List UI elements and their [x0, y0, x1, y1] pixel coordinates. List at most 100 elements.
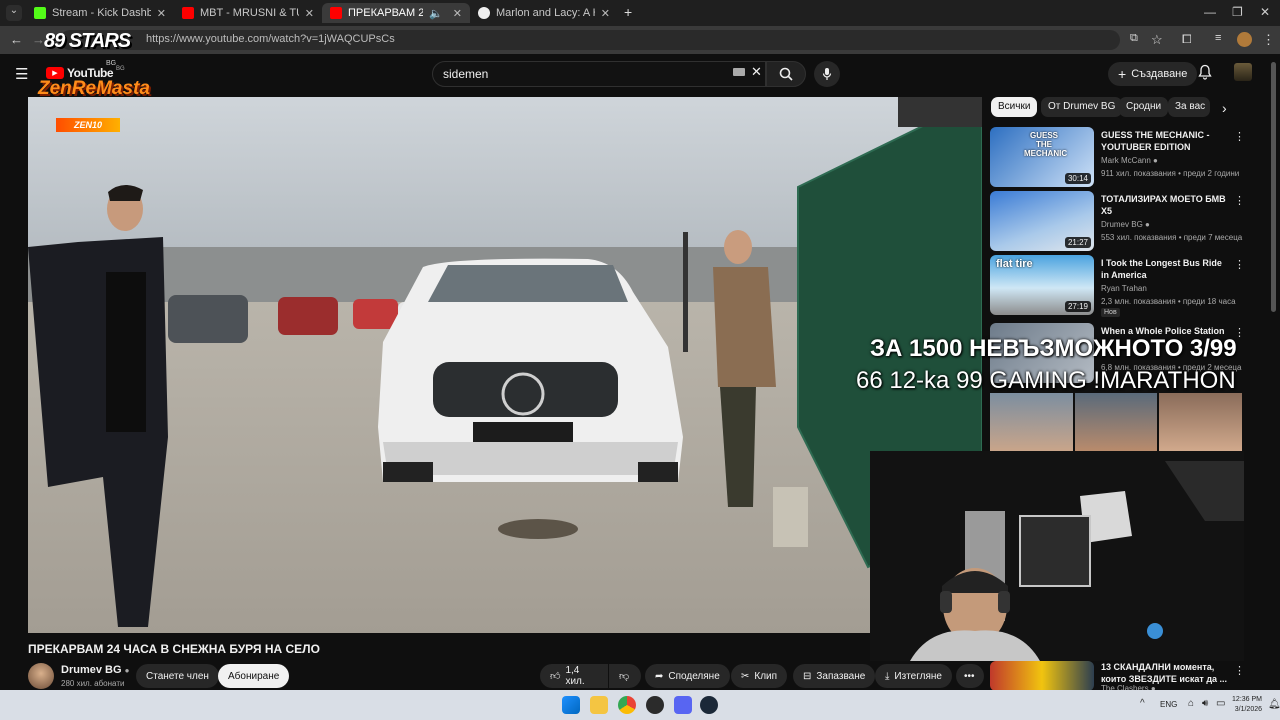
thumbnail-face: [1074, 393, 1158, 451]
search-query: sidemen: [443, 67, 489, 81]
windows-start-icon[interactable]: [562, 696, 580, 714]
recommendation-item[interactable]: 21:27 ТОТАЛИЗИРАХ МОЕТО БМВ X5 Drumev BG…: [990, 191, 1248, 251]
chip-all[interactable]: Всички: [991, 97, 1038, 117]
menu-hamburger-icon[interactable]: ☰: [15, 65, 28, 83]
channel-name-text: Drumev BG: [61, 664, 122, 676]
voice-search-button[interactable]: [814, 61, 840, 87]
profile-avatar[interactable]: [1237, 32, 1252, 47]
clip-label: Клип: [754, 670, 778, 682]
video-frame: [28, 97, 982, 633]
subscribe-button[interactable]: Абониране: [218, 664, 290, 688]
thumbnail-face: [1159, 393, 1243, 451]
chip-from-channel[interactable]: От Drumev BG: [1041, 97, 1123, 117]
network-icon[interactable]: ⌂: [1188, 698, 1194, 709]
channel-avatar[interactable]: [28, 663, 54, 689]
create-button[interactable]: + Създаване: [1108, 62, 1198, 86]
download-button[interactable]: ⤓ Изтегляне: [875, 664, 952, 688]
recommendation-item[interactable]: 13 СКАНДАЛНИ момента, които ЗВЕЗДИТЕ иск…: [990, 661, 1248, 693]
app-icon[interactable]: [646, 696, 664, 714]
dislike-button[interactable]: 👎︎: [609, 664, 641, 688]
keyboard-icon[interactable]: [733, 68, 745, 76]
more-vert-icon[interactable]: ⋮: [1234, 258, 1245, 271]
scissors-icon: ✂: [741, 670, 750, 682]
new-tab-button[interactable]: +: [624, 4, 632, 20]
address-bar[interactable]: https://www.youtube.com/watch?v=1jWAQCUP…: [60, 30, 1120, 50]
save-label: Запазване: [816, 670, 866, 682]
thumbs-up-icon: 👍︎: [550, 671, 561, 682]
youtube-header: ☰ ▶ YouTube BG sidemen ✕ + Създаване: [0, 54, 1280, 312]
recommendation-title: GUESS THE MECHANIC - YOUTUBER EDITION: [1101, 130, 1210, 152]
download-icon: ⤓: [885, 670, 890, 682]
share-button[interactable]: ➦ Споделяне: [645, 664, 730, 688]
browser-tab-kick[interactable]: Stream - Kick Dashboard ✕: [26, 3, 174, 23]
save-button[interactable]: ⊟ Запазване: [793, 664, 876, 688]
join-button[interactable]: Станете член: [136, 664, 219, 688]
channel-text: Ryan Trahan: [1101, 284, 1147, 293]
thumbnail-caption: GUESS THE MECHANIC: [1024, 131, 1068, 158]
more-vert-icon[interactable]: ⋮: [1234, 664, 1245, 677]
file-explorer-icon[interactable]: [590, 696, 608, 714]
clock[interactable]: 12:36 PM 3/1/2026: [1222, 695, 1262, 715]
extensions-icon[interactable]: ⧠: [1182, 32, 1192, 47]
channel-name[interactable]: Drumev BG ●: [61, 664, 129, 676]
page-scrollbar[interactable]: [1271, 62, 1276, 312]
video-player[interactable]: [28, 97, 982, 633]
cast-icon[interactable]: ⧉: [1130, 32, 1138, 45]
media-control-icon[interactable]: ≡: [1215, 32, 1221, 44]
notifications-bell-icon[interactable]: [1198, 64, 1212, 85]
browser-tab-active-video[interactable]: ПРЕКАРВАМ 24 ЧАСА В СНЕ 🔈 ✕: [322, 3, 470, 23]
create-label: Създаване: [1131, 68, 1188, 80]
steam-icon[interactable]: [700, 696, 718, 714]
tab-close-icon[interactable]: ✕: [157, 7, 166, 20]
browser-toolbar: ← → https://www.youtube.com/watch?v=1jWA…: [0, 26, 1280, 54]
chrome-icon[interactable]: [618, 696, 636, 714]
close-window-icon[interactable]: ✕: [1260, 5, 1270, 19]
join-label: Станете член: [146, 670, 209, 682]
minimize-icon[interactable]: —: [1204, 5, 1216, 19]
video-thumbnail[interactable]: [990, 393, 1243, 451]
video-duration: 30:14: [1064, 173, 1091, 184]
tab-close-icon[interactable]: ✕: [601, 7, 610, 20]
more-actions-button[interactable]: •••: [956, 664, 984, 688]
audio-icon[interactable]: 🔈: [429, 7, 443, 20]
recommendation-title: I Took the Longest Bus Ride in America: [1101, 258, 1222, 280]
volume-icon[interactable]: 🔊︎: [1202, 698, 1208, 709]
video-thumbnail[interactable]: [990, 661, 1094, 691]
overlay-banner-line2: 66 12-ka 99 GAMING !MARATHON: [856, 367, 1236, 394]
back-icon[interactable]: ←: [10, 32, 23, 47]
account-avatar[interactable]: [1234, 63, 1252, 81]
youtube-icon: [330, 7, 342, 19]
recommendation-item[interactable]: GUESS THE MECHANIC 30:14 GUESS THE MECHA…: [990, 127, 1248, 187]
tray-chevron-icon[interactable]: ^: [1140, 698, 1145, 709]
video-thumbnail[interactable]: GUESS THE MECHANIC 30:14: [990, 127, 1094, 187]
chip-for-you[interactable]: За вас: [1168, 97, 1210, 117]
like-button[interactable]: 👍︎ 1,4 хил.: [540, 664, 608, 688]
video-thumbnail[interactable]: flat tire 27:19: [990, 255, 1094, 315]
share-label: Споделяне: [668, 670, 720, 682]
maximize-icon[interactable]: ❐: [1232, 5, 1243, 19]
tab-search-button[interactable]: ⌄: [6, 5, 22, 21]
tab-close-icon[interactable]: ✕: [453, 7, 462, 20]
search-input[interactable]: sidemen ✕: [432, 61, 766, 87]
chips-next-icon[interactable]: ›: [1222, 100, 1227, 116]
search-button[interactable]: [766, 61, 806, 87]
microphone-icon: [822, 68, 832, 80]
recommendation-title: ТОТАЛИЗИРАХ МОЕТО БМВ X5: [1101, 194, 1226, 216]
url-text: https://www.youtube.com/watch?v=1jWAQCUP…: [146, 33, 395, 45]
tab-close-icon[interactable]: ✕: [305, 7, 314, 20]
more-vert-icon[interactable]: ⋮: [1234, 194, 1245, 207]
bookmark-star-icon[interactable]: ☆: [1151, 32, 1163, 48]
more-vert-icon[interactable]: ⋮: [1234, 130, 1245, 143]
notification-center-icon[interactable]: 🔔︎: [1268, 699, 1280, 710]
discord-icon[interactable]: [674, 696, 692, 714]
browser-menu-icon[interactable]: ⋮: [1262, 32, 1275, 48]
language-indicator[interactable]: ENG: [1160, 700, 1177, 709]
video-thumbnail[interactable]: 21:27: [990, 191, 1094, 251]
verified-icon: ●: [1145, 220, 1150, 229]
clip-button[interactable]: ✂ Клип: [731, 664, 788, 688]
browser-tab-mbt[interactable]: MBT - MRUSNI & TUMNI (OFFICIAL ✕: [174, 3, 322, 23]
browser-tab-marlon[interactable]: Marlon and Lacy: A Humorous ✕: [470, 3, 618, 23]
clear-search-icon[interactable]: ✕: [751, 64, 762, 80]
recommendation-item[interactable]: flat tire 27:19 I Took the Longest Bus R…: [990, 255, 1248, 317]
chip-related[interactable]: Сродни: [1119, 97, 1169, 117]
